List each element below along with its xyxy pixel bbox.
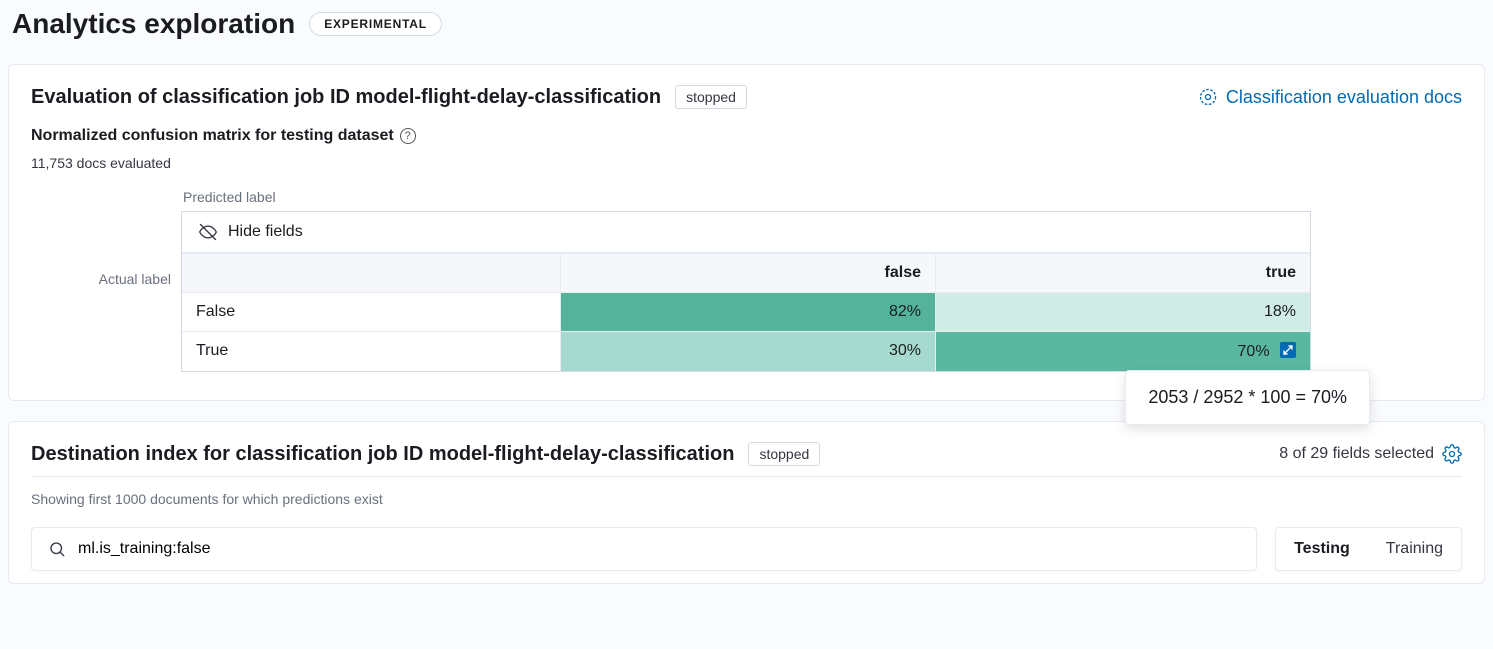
matrix-row-true: True 30% 70% 2053 / 2952 * 100 = 70% (182, 331, 1310, 371)
evaluation-title: Evaluation of classification job ID mode… (31, 86, 661, 109)
toggle-training[interactable]: Training (1368, 528, 1461, 570)
experimental-badge: EXPERIMENTAL (309, 12, 442, 36)
expand-icon[interactable] (1280, 342, 1296, 358)
cell-true-false[interactable]: 30% (560, 332, 935, 371)
cell-true-true-value: 70% (1238, 343, 1270, 360)
fields-selected-label: 8 of 29 fields selected (1279, 445, 1434, 463)
destination-subtitle: Showing first 1000 documents for which p… (31, 491, 1462, 507)
cell-false-true[interactable]: 18% (935, 293, 1310, 331)
hide-fields-button[interactable]: Hide fields (182, 212, 1310, 253)
cell-false-false[interactable]: 82% (560, 293, 935, 331)
row-label-true: True (182, 332, 560, 371)
toggle-testing[interactable]: Testing (1276, 528, 1368, 570)
status-badge: stopped (748, 442, 820, 466)
hide-fields-label: Hide fields (228, 223, 303, 241)
dataset-toggle: Testing Training (1275, 527, 1462, 571)
destination-title: Destination index for classification job… (31, 443, 734, 466)
confusion-matrix: Hide fields false true False 82% 18% Tru… (181, 211, 1311, 372)
status-badge: stopped (675, 85, 747, 109)
help-icon (1198, 87, 1218, 107)
matrix-subtitle: Normalized confusion matrix for testing … (31, 127, 394, 145)
docs-link[interactable]: Classification evaluation docs (1198, 87, 1462, 108)
question-icon[interactable]: ? (400, 128, 416, 144)
predicted-label: Predicted label (181, 189, 1311, 205)
page-title: Analytics exploration (12, 8, 295, 40)
eye-off-icon (198, 222, 218, 242)
search-icon (48, 540, 66, 558)
docs-link-label: Classification evaluation docs (1226, 87, 1462, 108)
search-input[interactable] (78, 540, 1240, 558)
search-box[interactable] (31, 527, 1257, 571)
col-header-true[interactable]: true (935, 254, 1310, 292)
evaluation-panel: Evaluation of classification job ID mode… (8, 64, 1485, 401)
row-label-false: False (182, 293, 560, 331)
cell-true-true[interactable]: 70% 2053 / 2952 * 100 = 70% (935, 332, 1310, 371)
cell-tooltip: 2053 / 2952 * 100 = 70% (1125, 370, 1370, 425)
gear-icon[interactable] (1442, 444, 1462, 464)
matrix-row-false: False 82% 18% (182, 292, 1310, 331)
destination-panel: Destination index for classification job… (8, 421, 1485, 584)
actual-label: Actual label (31, 189, 181, 372)
docs-evaluated-count: 11,753 docs evaluated (31, 155, 1462, 171)
col-header-false[interactable]: false (560, 254, 935, 292)
